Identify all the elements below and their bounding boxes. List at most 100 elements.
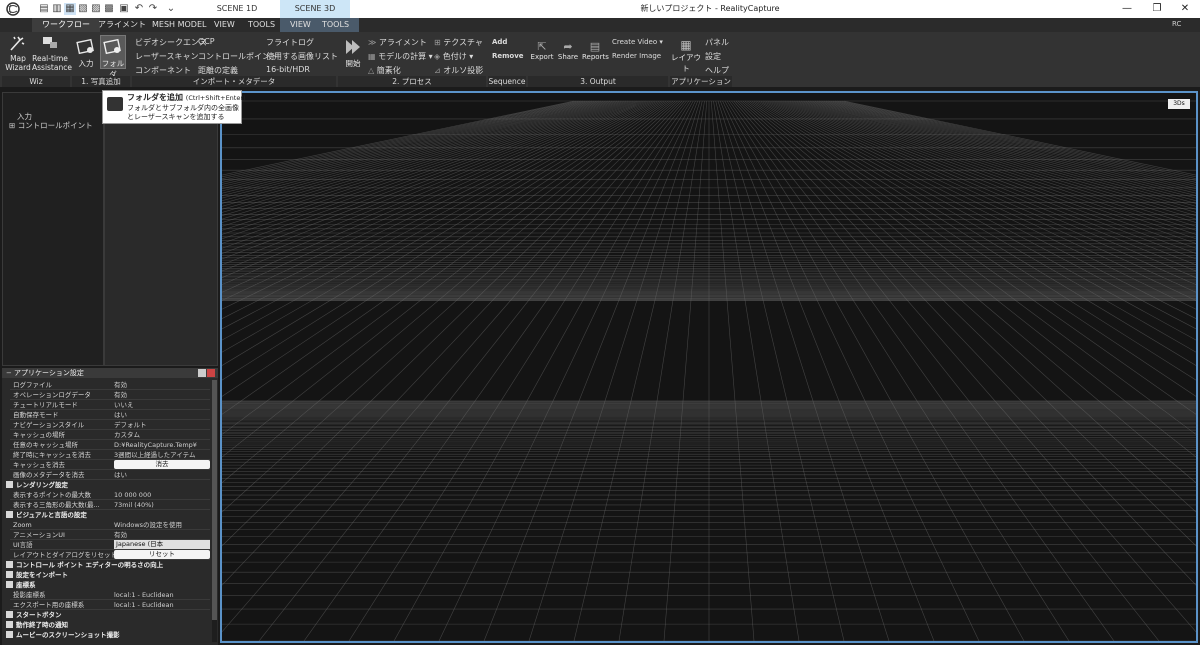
tab-scene-1d[interactable]: SCENE 1D (196, 0, 278, 18)
alignment-button[interactable]: ≫ アライメント (368, 37, 427, 48)
reports-button[interactable]: ▤ Reports (582, 40, 609, 61)
grid-line (821, 100, 1196, 196)
settings-section-expand-icon[interactable] (6, 621, 13, 628)
visual-settings-section[interactable]: ビジュアルと言語の設定 (6, 510, 212, 520)
3d-viewport[interactable]: 3Ds (220, 91, 1198, 643)
setting-row-key: オペレーションログデータ (13, 391, 91, 399)
panel-button[interactable]: パネル (705, 37, 729, 48)
ui-language-row-value[interactable]: Japanese (日本 (Nihon/Nippon)) (114, 540, 210, 549)
layout-4-icon[interactable]: ▧ (77, 3, 89, 15)
setting-row[interactable]: 終了時にキャッシュを消去 3週間以上経過したアイテム (10, 450, 210, 460)
settings-section[interactable]: スタートボタン (6, 610, 212, 620)
tab-tools-3d[interactable]: TOOLS (312, 18, 360, 32)
setting-row[interactable]: 自動保存モード はい (10, 410, 210, 420)
settings-section-expand-icon[interactable] (6, 631, 13, 638)
setting-row[interactable]: 任意のキャッシュ場所 D:¥RealityCapture.Temp¥ (10, 440, 210, 450)
clear-cache-row-value[interactable]: 消去 (114, 460, 210, 469)
ui-language-row[interactable]: UI言語 Japanese (日本 (Nihon/Nippon)) (10, 540, 210, 550)
setting-row[interactable]: チュートリアルモード いいえ (10, 400, 210, 410)
define-distance-button[interactable]: 距離の定義 (198, 65, 238, 76)
map-wizard-button[interactable]: Map Wizard (4, 34, 32, 72)
colorize-dropdown-icon[interactable]: ▾ (467, 52, 473, 61)
render-settings-section-expand-icon[interactable] (6, 481, 13, 488)
component-button[interactable]: コンポーネント (135, 65, 191, 76)
layout-3-icon[interactable]: ▦ (64, 3, 76, 15)
setting-row[interactable]: ナビゲーションスタイル デフォルト (10, 420, 210, 430)
setting-row[interactable]: ログファイル 有効 (10, 380, 210, 390)
coordinate-system-section-expand-icon[interactable] (6, 581, 13, 588)
realtime-assistance-button[interactable]: Real-time Assistance (32, 34, 72, 72)
user-badge[interactable]: RC (1172, 20, 1181, 28)
help-button[interactable]: ヘルプ (705, 65, 729, 76)
layout-5-icon[interactable]: ▨ (90, 3, 102, 15)
settings-button[interactable]: 設定 (705, 51, 721, 62)
settings-section[interactable]: ムービーのスクリーンショット撮影 (6, 630, 212, 640)
sequence-add-button[interactable]: Add (492, 38, 507, 46)
scrollbar-thumb[interactable] (212, 380, 217, 620)
minimize-button[interactable]: — (1112, 0, 1142, 18)
collapse-icon[interactable]: − (6, 368, 12, 378)
coord-setting-row[interactable]: エクスポート用の座標系 local:1 - Euclidean (10, 600, 210, 610)
layout-6-icon[interactable]: ▩ (103, 3, 115, 15)
colorize-button[interactable]: ◈ 色付け ▾ (434, 51, 473, 62)
render-image-button[interactable]: Render Image (612, 52, 661, 60)
render-setting-row[interactable]: 表示する三角形の最大数(最... 73mil (40%) (10, 500, 210, 510)
expand-icon[interactable]: ⊞ (9, 121, 15, 130)
ortho-projection-button[interactable]: ⊿ オルソ投影 (434, 65, 483, 76)
input-button[interactable]: 入力 (74, 36, 98, 69)
save-icon[interactable]: ▣ (118, 3, 130, 15)
quick-access-dropdown-icon[interactable]: ⌄ (165, 3, 177, 15)
export-button[interactable]: ⇱ Export (530, 40, 554, 61)
coordinate-system-section[interactable]: 座標系 (6, 580, 212, 590)
tab-tools[interactable]: TOOLS (238, 18, 285, 32)
maximize-button[interactable]: ❐ (1142, 0, 1172, 18)
import-settings-section-expand-icon[interactable] (6, 571, 13, 578)
render-settings-section[interactable]: レンダリング設定 (6, 480, 212, 490)
visual-setting-row[interactable]: アニメーションUI 有効 (10, 530, 210, 540)
cp-editor-section[interactable]: コントロール ポイント エディターの明るさの向上 (6, 560, 212, 570)
cp-editor-section-expand-icon[interactable] (6, 561, 13, 568)
simplify-button[interactable]: △ 簡素化 (368, 65, 401, 76)
import-settings-section[interactable]: 設定をインポート (6, 570, 212, 580)
view-mode-badge[interactable]: 3Ds (1168, 99, 1190, 109)
tree-item-control-points[interactable]: ⊞ コントロールポイント (9, 120, 93, 131)
sequence-remove-button[interactable]: Remove (492, 52, 524, 60)
hdr-button[interactable]: 16-bit/HDR (266, 65, 310, 74)
layout-1-icon[interactable]: ▤ (38, 3, 50, 15)
settings-section[interactable]: 動作終了時の通知 (6, 620, 212, 630)
reset-layout-row[interactable]: レイアウトとダイアログをリセット リセット (10, 550, 210, 560)
setting-row[interactable]: キャッシュの場所 カスタム (10, 430, 210, 440)
calculate-model-dropdown-icon[interactable]: ▾ (426, 52, 433, 61)
settings-section-expand-icon[interactable] (6, 611, 13, 618)
close-button[interactable]: ✕ (1170, 0, 1200, 18)
tab-scene-3d[interactable]: SCENE 3D (280, 0, 350, 18)
settings-scrollbar[interactable] (212, 380, 217, 642)
image-list-button[interactable]: 使用する画像リスト (266, 51, 338, 62)
render-setting-row-value: 10 000 000 (114, 491, 152, 499)
close-panel-icon[interactable] (207, 369, 215, 377)
laser-scan-button[interactable]: レーザースキャン (135, 51, 198, 62)
flight-log-button[interactable]: フライトログ (266, 37, 314, 48)
layout-2-icon[interactable]: ▥ (51, 3, 63, 15)
grid-line (760, 100, 1196, 341)
video-sequence-button[interactable]: ビデオシークエンス (135, 37, 207, 48)
render-setting-row[interactable]: 表示するポイントの最大数 10 000 000 (10, 490, 210, 500)
gcp-button[interactable]: GCP (198, 37, 215, 46)
create-video-dropdown-icon[interactable]: ▾ (657, 38, 663, 46)
coord-setting-row[interactable]: 投影座標系 local:1 - Euclidean (10, 590, 210, 600)
texture-button[interactable]: ⊞ テクスチャ (434, 37, 483, 48)
redo-icon[interactable]: ↷ (147, 3, 159, 15)
visual-settings-section-expand-icon[interactable] (6, 511, 13, 518)
share-button[interactable]: ➦ Share (556, 40, 580, 61)
reset-layout-row-value[interactable]: リセット (114, 550, 210, 559)
undo-icon[interactable]: ↶ (133, 3, 145, 15)
setting-row[interactable]: オペレーションログデータ 有効 (10, 390, 210, 400)
calculate-model-button[interactable]: ▦ モデルの計算 ▾ (368, 51, 433, 62)
clear-metadata-row[interactable]: 画像のメタデータを消去 はい (10, 470, 210, 480)
clear-cache-row[interactable]: キャッシュを消去 消去 (10, 460, 210, 470)
create-video-button[interactable]: Create Video ▾ (612, 38, 663, 46)
visual-setting-row[interactable]: Zoom Windowsの設定を使用 (10, 520, 210, 530)
pin-icon[interactable] (198, 369, 206, 377)
start-button[interactable]: 開始 (342, 38, 364, 69)
folder-button[interactable]: フォルダ (100, 35, 126, 79)
